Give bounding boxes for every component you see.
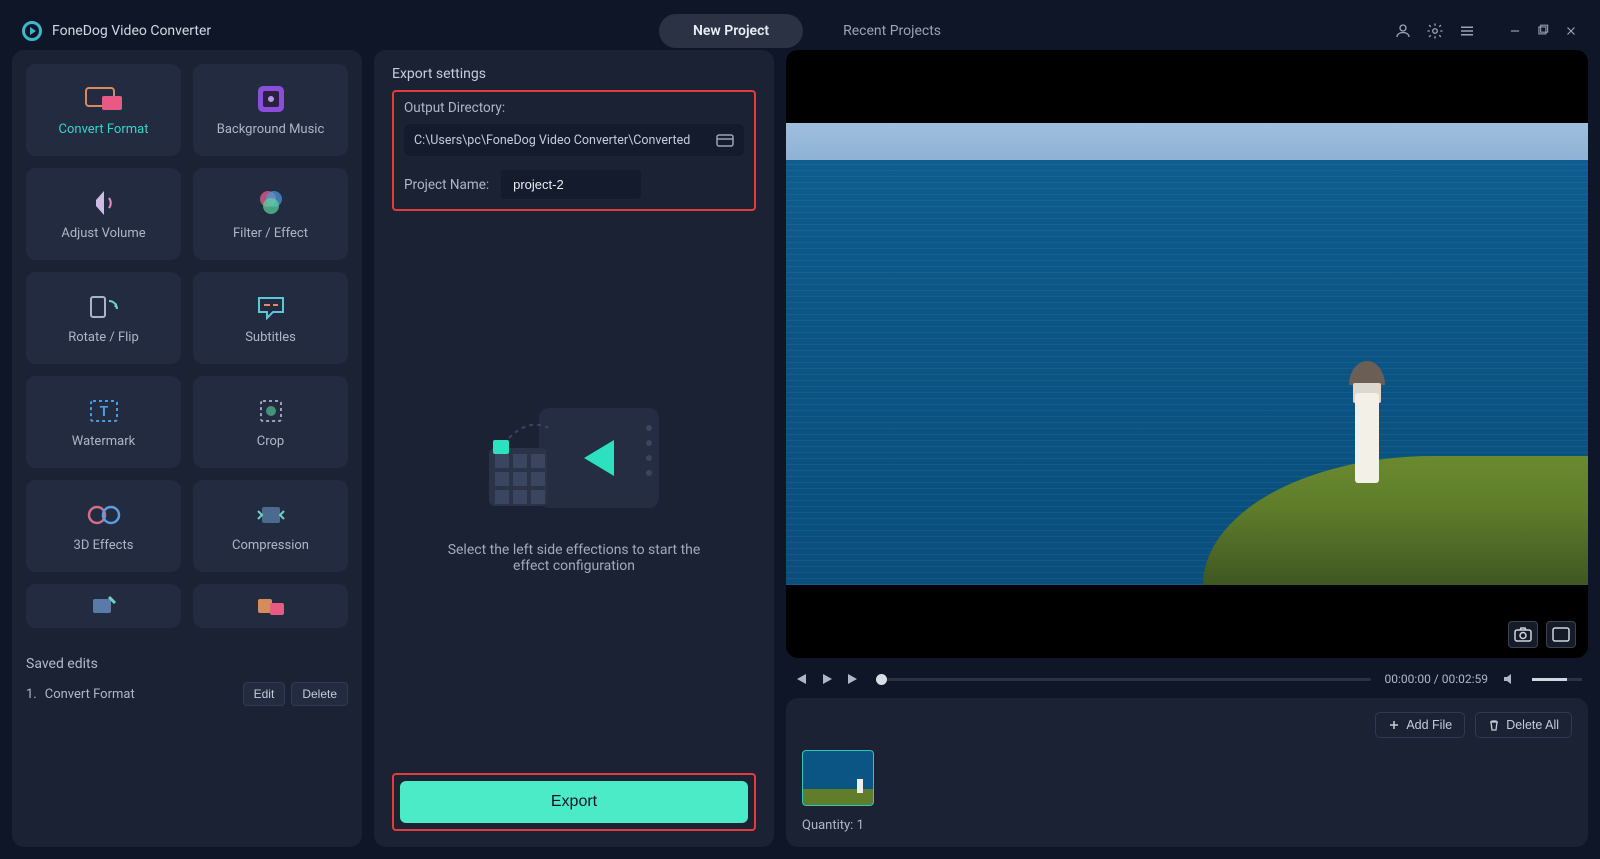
svg-text:T: T xyxy=(99,404,108,420)
output-directory-value: C:\Users\pc\FoneDog Video Converter\Conv… xyxy=(414,133,690,148)
minimize-icon[interactable] xyxy=(1508,24,1522,38)
browse-folder-icon[interactable] xyxy=(716,132,734,148)
preview-frame xyxy=(786,123,1588,585)
time-display: 00:00:00 / 00:02:59 xyxy=(1385,672,1488,686)
close-icon[interactable] xyxy=(1564,24,1578,38)
tool-adjust-volume[interactable]: Adjust Volume xyxy=(26,168,181,260)
background-music-icon xyxy=(256,84,286,114)
convert-format-icon xyxy=(82,84,126,114)
settings-icon[interactable] xyxy=(1426,22,1444,40)
brand: FoneDog Video Converter xyxy=(22,21,211,41)
project-name-label: Project Name: xyxy=(404,177,489,193)
app-title: FoneDog Video Converter xyxy=(52,23,211,39)
menu-icon[interactable] xyxy=(1458,22,1476,40)
filter-effect-icon xyxy=(256,188,286,218)
tool-extra-2[interactable] xyxy=(193,584,348,628)
tool-extra-1-icon xyxy=(89,591,119,621)
saved-item-label: Convert Format xyxy=(45,687,135,702)
saved-item-index: 1. xyxy=(26,687,37,702)
tool-rotate-flip[interactable]: Rotate / Flip xyxy=(26,272,181,364)
tool-label: Adjust Volume xyxy=(61,226,145,241)
tool-label: Compression xyxy=(232,538,309,553)
tool-extra-1[interactable] xyxy=(26,584,181,628)
tool-label: Crop xyxy=(257,434,284,449)
adjust-volume-icon xyxy=(89,188,119,218)
effect-placeholder: Select the left side effections to start… xyxy=(392,211,756,761)
fullscreen-icon[interactable] xyxy=(1546,621,1576,648)
effect-placeholder-text: Select the left side effections to start… xyxy=(428,542,719,574)
video-preview xyxy=(786,50,1588,658)
quantity-display: Quantity: 1 xyxy=(802,818,1572,833)
tool-extra-2-icon xyxy=(256,591,286,621)
transport-bar: 00:00:00 / 00:02:59 xyxy=(786,670,1588,686)
subtitles-icon xyxy=(255,292,287,322)
tool-3d-effects[interactable]: 3D Effects xyxy=(26,480,181,572)
effect-placeholder-icon xyxy=(479,398,669,518)
export-settings-title: Export settings xyxy=(392,66,756,82)
saved-edits: Saved edits 1. Convert Format Edit Delet… xyxy=(26,646,348,706)
tool-label: Filter / Effect xyxy=(233,226,308,241)
saved-edit-item: 1. Convert Format Edit Delete xyxy=(26,682,348,706)
snapshot-icon[interactable] xyxy=(1508,621,1538,648)
add-file-button[interactable]: Add File xyxy=(1375,712,1465,738)
maximize-icon[interactable] xyxy=(1536,24,1550,38)
tool-label: Watermark xyxy=(72,434,135,449)
tool-label: Subtitles xyxy=(245,330,296,345)
prev-icon[interactable] xyxy=(792,672,808,686)
tool-subtitles[interactable]: Subtitles xyxy=(193,272,348,364)
tool-background-music[interactable]: Background Music xyxy=(193,64,348,156)
edit-button[interactable]: Edit xyxy=(243,682,286,706)
project-name-input[interactable] xyxy=(501,170,641,199)
delete-button[interactable]: Delete xyxy=(291,682,348,706)
file-thumbnail[interactable] xyxy=(802,750,874,806)
tool-label: 3D Effects xyxy=(74,538,134,553)
output-directory-highlight: Output Directory: C:\Users\pc\FoneDog Vi… xyxy=(392,90,756,211)
tools-panel: Convert Format Background Music Adjust V… xyxy=(12,50,362,847)
tool-label: Rotate / Flip xyxy=(68,330,139,345)
tab-new-project[interactable]: New Project xyxy=(659,14,803,48)
rotate-flip-icon xyxy=(87,292,121,322)
3d-effects-icon xyxy=(87,500,121,530)
next-icon[interactable] xyxy=(846,672,862,686)
volume-slider[interactable] xyxy=(1532,678,1582,681)
export-button[interactable]: Export xyxy=(400,781,748,823)
file-tray: Add File Delete All Quantity: 1 xyxy=(786,698,1588,847)
watermark-icon: T xyxy=(88,396,120,426)
app-logo-icon xyxy=(22,21,42,41)
delete-all-button[interactable]: Delete All xyxy=(1475,712,1572,738)
tool-watermark[interactable]: T Watermark xyxy=(26,376,181,468)
tab-recent-projects[interactable]: Recent Projects xyxy=(843,23,941,39)
tool-compression[interactable]: Compression xyxy=(193,480,348,572)
tool-label: Background Music xyxy=(217,122,325,137)
tool-label: Convert Format xyxy=(59,122,149,137)
progress-bar[interactable] xyxy=(876,678,1371,681)
export-settings-panel: Export settings Output Directory: C:\Use… xyxy=(374,50,774,847)
tool-filter-effect[interactable]: Filter / Effect xyxy=(193,168,348,260)
play-icon[interactable] xyxy=(820,672,834,686)
compression-icon xyxy=(256,500,286,530)
tool-crop[interactable]: Crop xyxy=(193,376,348,468)
output-directory-label: Output Directory: xyxy=(404,100,744,116)
tool-convert-format[interactable]: Convert Format xyxy=(26,64,181,156)
saved-edits-title: Saved edits xyxy=(26,656,348,672)
export-button-highlight: Export xyxy=(392,773,756,831)
crop-icon xyxy=(256,396,286,426)
account-icon[interactable] xyxy=(1394,22,1412,40)
title-bar: FoneDog Video Converter New Project Rece… xyxy=(12,12,1588,50)
volume-icon[interactable] xyxy=(1502,672,1518,686)
